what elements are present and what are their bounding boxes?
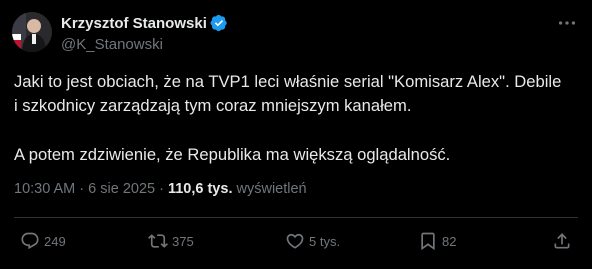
share-button[interactable] bbox=[552, 229, 572, 253]
bookmark-count: 82 bbox=[442, 233, 457, 249]
reply-button[interactable]: 249 bbox=[20, 229, 66, 253]
author-handle[interactable]: @K_Stanowski bbox=[61, 36, 228, 53]
tweet-text-line: A potem zdziwienie, że Republika ma więk… bbox=[14, 145, 451, 164]
views-label: wyświetleń bbox=[232, 181, 307, 197]
tweet-text-line: Jaki to jest obciach, że na TVP1 leci wł… bbox=[14, 72, 562, 91]
avatar[interactable] bbox=[12, 12, 52, 52]
bookmark-button[interactable]: 82 bbox=[418, 229, 456, 253]
share-icon bbox=[554, 233, 570, 249]
meta-separator: · bbox=[75, 181, 89, 197]
retweet-count: 375 bbox=[172, 233, 194, 249]
tweet-meta: 10:30 AM · 6 sie 2025 · 110,6 tys. wyświ… bbox=[14, 181, 307, 197]
divider bbox=[14, 217, 578, 218]
reply-icon bbox=[21, 232, 39, 250]
retweet-icon bbox=[148, 234, 168, 248]
heart-icon bbox=[286, 233, 304, 249]
tweet-text-line: i szkodnicy zarządzają tym coraz mniejsz… bbox=[14, 96, 412, 115]
like-count: 5 tys. bbox=[309, 233, 341, 249]
like-button[interactable]: 5 tys. bbox=[285, 229, 340, 253]
more-options-icon[interactable] bbox=[556, 12, 578, 34]
action-bar: 249 375 5 tys. 82 bbox=[0, 229, 592, 253]
tweet-time[interactable]: 10:30 AM bbox=[14, 181, 75, 197]
bookmark-icon bbox=[421, 232, 435, 251]
tweet-text: Jaki to jest obciach, że na TVP1 leci wł… bbox=[14, 70, 584, 167]
retweet-button[interactable]: 375 bbox=[148, 229, 194, 253]
meta-separator: · bbox=[155, 181, 168, 197]
verified-badge-icon[interactable] bbox=[210, 14, 228, 32]
tweet: Krzysztof Stanowski @K_Stanowski Jaki to… bbox=[0, 0, 592, 269]
tweet-date[interactable]: 6 sie 2025 bbox=[88, 181, 155, 197]
author-block: Krzysztof Stanowski @K_Stanowski bbox=[61, 13, 228, 53]
author-name[interactable]: Krzysztof Stanowski bbox=[61, 15, 207, 32]
reply-count: 249 bbox=[44, 233, 66, 249]
views-count: 110,6 tys. bbox=[167, 181, 233, 197]
